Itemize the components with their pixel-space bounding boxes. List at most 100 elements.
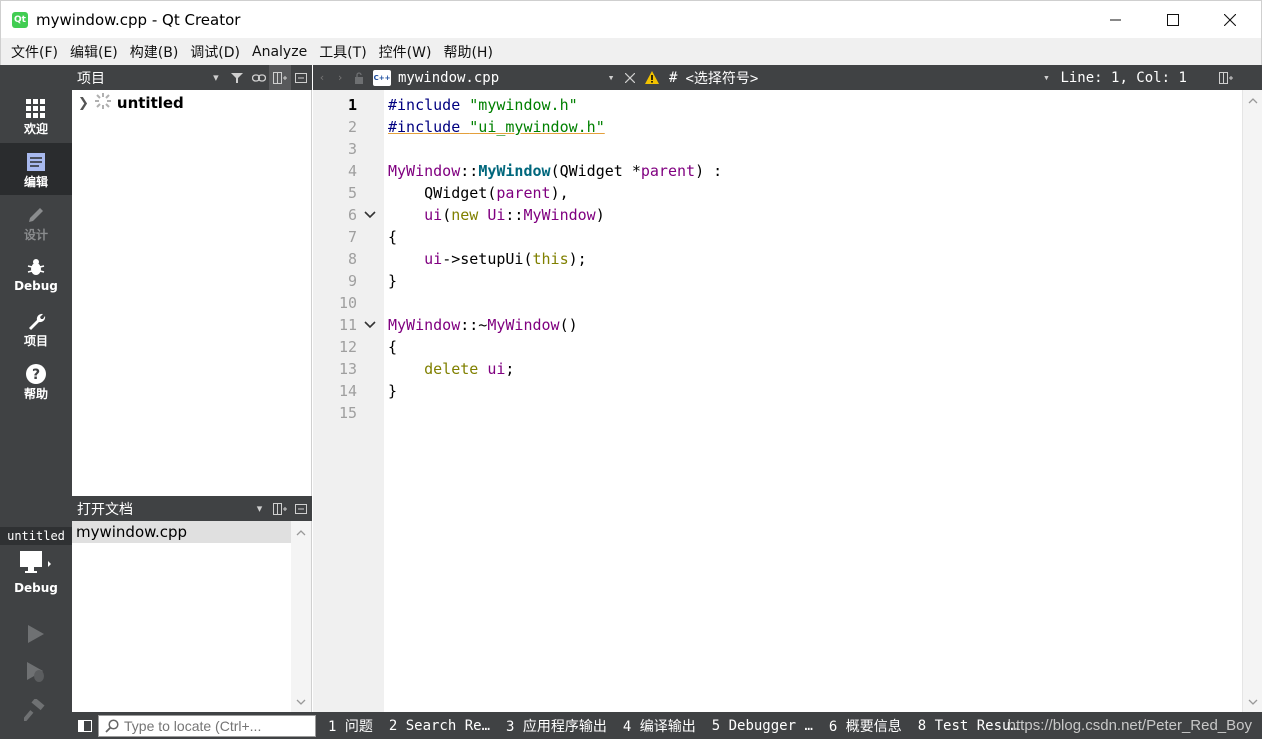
output-pane-issues[interactable]: 1 问题 — [320, 716, 381, 736]
menu-controls[interactable]: 控件(W) — [373, 42, 438, 62]
projects-panel-header: 项目 ▾ — [72, 65, 312, 90]
maximize-button[interactable] — [1150, 1, 1196, 39]
code-token: MyWindow — [487, 316, 560, 334]
dropdown-arrow-icon[interactable]: ▾ — [1040, 65, 1052, 90]
line-number: 2 — [347, 118, 357, 136]
menu-build[interactable]: 构建(B) — [124, 42, 185, 62]
line-number: 3 — [347, 140, 357, 158]
menu-edit[interactable]: 编辑(E) — [64, 42, 124, 62]
line-number: 11 — [338, 316, 357, 334]
close-icon — [1224, 14, 1236, 26]
help-icon: ? — [25, 363, 47, 385]
close-pane-icon[interactable] — [291, 65, 312, 90]
mode-label: 编辑 — [23, 175, 48, 189]
code-line: MyWindow::~MyWindow() — [388, 314, 578, 336]
line-number: 5 — [347, 184, 357, 202]
menu-analyze[interactable]: Analyze — [246, 44, 313, 60]
close-document-icon[interactable] — [619, 65, 641, 90]
filter-icon[interactable] — [227, 65, 248, 90]
line-number: 12 — [338, 338, 357, 356]
code-token: :: — [505, 206, 524, 224]
mode-help[interactable]: ? 帮助 — [0, 355, 72, 407]
output-pane-debugger[interactable]: 5 Debugger … — [704, 718, 821, 734]
open-documents-header: 打开文档 ▾ — [72, 496, 312, 521]
output-pane-compile-output[interactable]: 4 编译输出 — [615, 716, 704, 736]
open-document-item[interactable]: mywindow.cpp — [72, 521, 292, 543]
link-icon[interactable] — [248, 65, 269, 90]
line-number: 14 — [338, 382, 357, 400]
fold-chevron-icon[interactable] — [363, 314, 377, 336]
close-button[interactable] — [1207, 1, 1253, 39]
kit-selector[interactable]: Debug — [0, 547, 72, 603]
dropdown-arrow-icon[interactable]: ▾ — [249, 496, 270, 521]
chevron-down-icon — [1248, 699, 1258, 705]
mode-design[interactable]: 设计 — [0, 196, 72, 248]
code-token: ) — [595, 206, 605, 224]
output-pane-general-messages[interactable]: 6 概要信息 — [821, 716, 910, 736]
line-number: 8 — [347, 250, 357, 268]
mode-projects[interactable]: 项目 — [0, 302, 72, 354]
code-line: { — [388, 228, 398, 246]
code-token: ; — [505, 360, 515, 378]
debug-run-button[interactable] — [22, 659, 48, 685]
pencil-icon — [26, 204, 46, 226]
status-bar: 1 问题 2 Search Re… 3 应用程序输出 4 编译输出 5 Debu… — [72, 712, 1262, 739]
mode-edit[interactable]: 编辑 — [0, 143, 72, 195]
menu-file[interactable]: 文件(F) — [5, 42, 64, 62]
code-token: #include — [388, 96, 470, 114]
forward-icon[interactable]: › — [331, 65, 349, 90]
mode-welcome[interactable]: 欢迎 — [0, 90, 72, 142]
menu-help[interactable]: 帮助(H) — [437, 42, 498, 62]
code-token: () — [559, 316, 578, 334]
minimize-icon — [1110, 19, 1121, 21]
code-token: #include — [388, 118, 470, 136]
warning-icon[interactable] — [641, 65, 663, 90]
mode-label: 项目 — [23, 334, 48, 348]
line-column-indicator[interactable]: Line: 1, Col: 1 — [1060, 70, 1215, 86]
code-token: ), — [550, 184, 569, 202]
code-token: MyWindow — [388, 162, 461, 180]
document-selector[interactable]: mywindow.cpp — [398, 70, 603, 86]
output-pane-app-output[interactable]: 3 应用程序输出 — [498, 716, 615, 736]
toggle-sidebar-button[interactable] — [72, 712, 98, 739]
code-token: ui — [487, 360, 506, 378]
debug-run-icon — [27, 662, 44, 682]
mode-debug[interactable]: Debug — [0, 249, 72, 301]
build-button[interactable] — [22, 697, 48, 723]
locator[interactable] — [98, 714, 316, 737]
chevron-down-icon — [296, 699, 306, 705]
chevron-right-icon[interactable]: ❯ — [78, 96, 89, 111]
code-line: #include "ui_mywindow.h" — [388, 116, 605, 138]
close-pane-icon[interactable] — [291, 496, 312, 521]
symbol-selector[interactable]: <选择符号> — [685, 68, 1040, 88]
line-number: 9 — [347, 272, 357, 290]
split-icon[interactable] — [270, 496, 291, 521]
lock-icon[interactable] — [349, 65, 369, 90]
minimize-button[interactable] — [1093, 1, 1139, 39]
menu-tools[interactable]: 工具(T) — [313, 42, 372, 62]
menu-debug[interactable]: 调试(D) — [184, 42, 246, 62]
code-token: :: — [460, 162, 479, 180]
code-token: this — [532, 250, 569, 268]
open-documents-scrollbar[interactable] — [291, 521, 311, 712]
code-line: ui(new Ui::MyWindow) — [388, 204, 605, 226]
output-pane-search[interactable]: 2 Search Re… — [381, 718, 498, 734]
code-token: parent — [496, 184, 551, 202]
dropdown-arrow-icon[interactable]: ▾ — [205, 65, 226, 90]
open-documents-title[interactable]: 打开文档 — [77, 499, 249, 519]
code-editor[interactable]: #include "mywindow.h" #include "ui_mywin… — [384, 90, 1242, 712]
dropdown-arrow-icon[interactable]: ▾ — [603, 65, 619, 90]
projects-panel-title[interactable]: 项目 — [77, 68, 205, 88]
fold-chevron-icon[interactable] — [363, 204, 377, 226]
code-line: QWidget(parent), — [388, 182, 569, 204]
editor-scrollbar[interactable] — [1242, 90, 1262, 712]
split-icon[interactable] — [269, 65, 291, 90]
tree-item-project[interactable]: ❯ untitled — [78, 93, 184, 113]
back-icon[interactable]: ‹ — [313, 65, 331, 90]
run-button[interactable] — [22, 621, 48, 647]
locator-input[interactable] — [124, 717, 309, 734]
split-editor-icon[interactable] — [1215, 65, 1237, 90]
